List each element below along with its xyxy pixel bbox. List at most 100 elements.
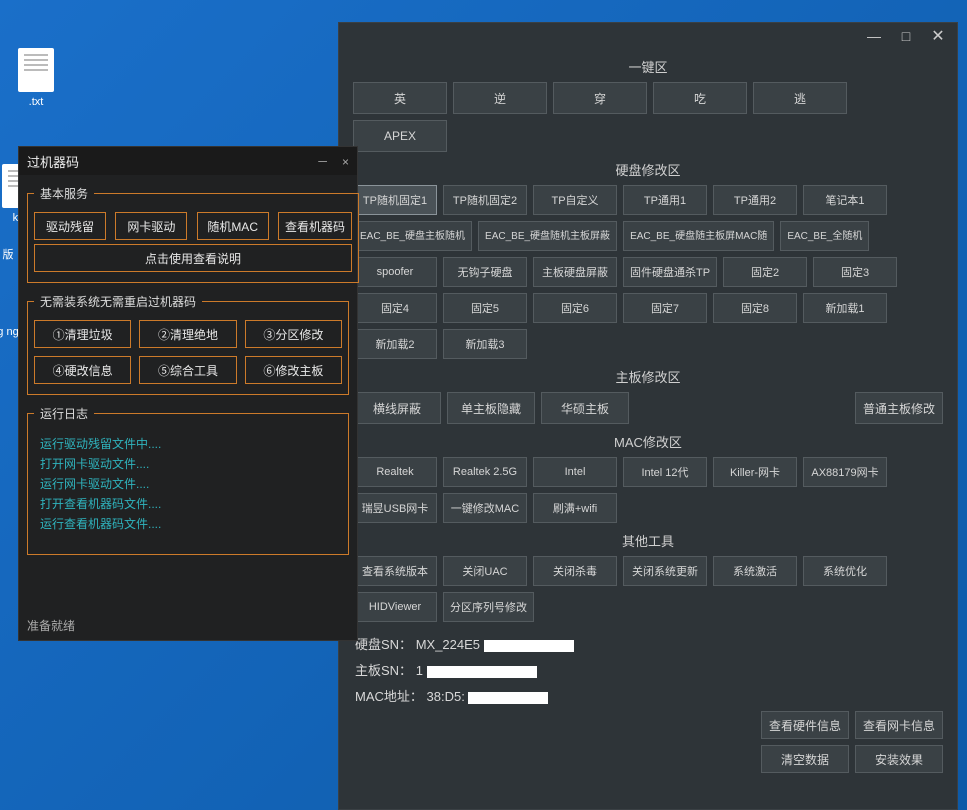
section-hdd-title: 硬盘修改区 — [339, 160, 957, 179]
section-mb-title: 主板修改区 — [339, 367, 957, 386]
mac-btn[interactable]: Intel — [533, 457, 617, 487]
legend-log: 运行日志 — [34, 405, 94, 422]
fieldset-noreboot: 无需装系统无需重启过机器码 ①清理垃圾 ②清理绝地 ③分区修改 ④硬改信息 ⑤综… — [27, 293, 349, 395]
other-btn[interactable]: 关闭UAC — [443, 556, 527, 586]
titlebar: 过机器码 － × — [19, 147, 357, 175]
mac-btn[interactable]: 瑞昱USB网卡 — [353, 493, 437, 523]
mb-sn-label: 主板SN： — [355, 663, 412, 678]
fieldset-basic: 基本服务 驱动残留 网卡驱动 随机MAC 查看机器码 点击使用查看说明 — [27, 185, 359, 283]
file-icon — [18, 48, 54, 92]
mb-btn[interactable]: 普通主板修改 — [855, 392, 943, 424]
other-btn[interactable]: 系统优化 — [803, 556, 887, 586]
hdd-btn[interactable]: 新加载2 — [353, 329, 437, 359]
hdd-btn[interactable]: spoofer — [353, 257, 437, 287]
log-output: 运行驱动残留文件中.... 打开网卡驱动文件.... 运行网卡驱动文件.... … — [34, 432, 342, 536]
hdd-btn[interactable]: TP通用2 — [713, 185, 797, 215]
onekey-btn[interactable]: 逆 — [453, 82, 547, 114]
hdd-btn[interactable]: 固件硬盘通杀TP — [623, 257, 717, 287]
hdd-btn[interactable]: 固定8 — [713, 293, 797, 323]
hdd-btn[interactable]: 无钩子硬盘 — [443, 257, 527, 287]
log-line: 运行网卡驱动文件.... — [40, 474, 336, 494]
other-btn[interactable]: 系统激活 — [713, 556, 797, 586]
mac-btn[interactable]: Realtek 2.5G — [443, 457, 527, 487]
hdd-btn[interactable]: TP随机固定1 — [353, 185, 437, 215]
log-line: 打开网卡驱动文件.... — [40, 454, 336, 474]
mb-btn[interactable]: 横线屏蔽 — [353, 392, 441, 424]
mac-label: MAC地址： — [355, 689, 423, 704]
install-effect-button[interactable]: 安装效果 — [855, 745, 943, 773]
noreboot-btn[interactable]: ⑥修改主板 — [245, 356, 342, 384]
hdd-btn[interactable]: 新加载1 — [803, 293, 887, 323]
onekey-btn[interactable]: 逃 — [753, 82, 847, 114]
hdd-btn[interactable]: TP通用1 — [623, 185, 707, 215]
mb-btn[interactable]: 华硕主板 — [541, 392, 629, 424]
noreboot-btn[interactable]: ⑤综合工具 — [139, 356, 236, 384]
basic-btn[interactable]: 随机MAC — [197, 212, 269, 240]
hdd-btn[interactable]: 固定3 — [813, 257, 897, 287]
mb-grid: 横线屏蔽 单主板隐藏 华硕主板 普通主板修改 — [339, 392, 957, 424]
hdd-btn[interactable]: 笔记本1 — [803, 185, 887, 215]
other-btn[interactable]: HIDViewer — [353, 592, 437, 622]
hdd-btn[interactable]: 固定4 — [353, 293, 437, 323]
fieldset-log: 运行日志 运行驱动残留文件中.... 打开网卡驱动文件.... 运行网卡驱动文件… — [27, 405, 349, 555]
mac-btn[interactable]: 一键修改MAC — [443, 493, 527, 523]
hdd-btn[interactable]: 固定5 — [443, 293, 527, 323]
noreboot-btn[interactable]: ④硬改信息 — [34, 356, 131, 384]
other-btn[interactable]: 关闭系统更新 — [623, 556, 707, 586]
noreboot-btn[interactable]: ①清理垃圾 — [34, 320, 131, 348]
hdd-btn[interactable]: 固定2 — [723, 257, 807, 287]
clear-data-button[interactable]: 清空数据 — [761, 745, 849, 773]
minimize-icon[interactable]: － — [317, 155, 329, 169]
mac-btn[interactable]: Realtek — [353, 457, 437, 487]
onekey-btn[interactable]: 穿 — [553, 82, 647, 114]
view-hw-info-button[interactable]: 查看硬件信息 — [761, 711, 849, 739]
hdd-sn-label: 硬盘SN： — [355, 637, 412, 652]
mac-btn[interactable]: Killer-网卡 — [713, 457, 797, 487]
close-icon[interactable]: × — [342, 155, 349, 169]
other-btn[interactable]: 分区序列号修改 — [443, 592, 534, 622]
basic-btn[interactable]: 查看机器码 — [278, 212, 352, 240]
hdd-btn[interactable]: EAC_BE_全随机 — [780, 221, 869, 251]
hdd-btn[interactable]: TP随机固定2 — [443, 185, 527, 215]
censored — [468, 692, 548, 704]
view-nic-info-button[interactable]: 查看网卡信息 — [855, 711, 943, 739]
log-line: 打开查看机器码文件.... — [40, 494, 336, 514]
mb-btn[interactable]: 单主板隐藏 — [447, 392, 535, 424]
minimize-icon[interactable]: — — [865, 27, 883, 45]
hdd-btn[interactable]: EAC_BE_硬盘随机主板屏蔽 — [478, 221, 617, 251]
other-btn[interactable]: 关闭杀毒 — [533, 556, 617, 586]
hdd-btn[interactable]: 固定7 — [623, 293, 707, 323]
main-panel: — □ ✕ 一键区 英 逆 穿 吃 逃 APEX 硬盘修改区 TP随机固定1 T… — [338, 22, 958, 810]
basic-btn[interactable]: 驱动残留 — [34, 212, 106, 240]
other-btn[interactable]: 查看系统版本 — [353, 556, 437, 586]
log-line: 运行驱动残留文件中.... — [40, 434, 336, 454]
mac-btn[interactable]: 刷满+wifi — [533, 493, 617, 523]
onekey-btn[interactable]: APEX — [353, 120, 447, 152]
close-icon[interactable]: ✕ — [929, 27, 947, 45]
help-button[interactable]: 点击使用查看说明 — [34, 244, 352, 272]
mac-grid: Realtek Realtek 2.5G Intel Intel 12代 Kil… — [339, 457, 957, 523]
mb-sn-value: 1 — [416, 663, 423, 678]
window-title: 过机器码 — [27, 152, 79, 171]
mac-btn[interactable]: AX88179网卡 — [803, 457, 887, 487]
hdd-grid: TP随机固定1 TP随机固定2 TP自定义 TP通用1 TP通用2 笔记本1 E… — [339, 185, 957, 359]
onekey-btn[interactable]: 英 — [353, 82, 447, 114]
desktop-file-txt[interactable]: .txt — [6, 48, 66, 108]
hdd-btn[interactable]: 固定6 — [533, 293, 617, 323]
hdd-btn[interactable]: 主板硬盘屏蔽 — [533, 257, 617, 287]
hdd-btn[interactable]: EAC_BE_硬盘随主板屏MAC随 — [623, 221, 774, 251]
hdd-btn[interactable]: EAC_BE_硬盘主板随机 — [353, 221, 472, 251]
section-onekey-title: 一键区 — [339, 57, 957, 76]
status-bar: 准备就绪 — [27, 617, 75, 634]
noreboot-btn[interactable]: ②清理绝地 — [139, 320, 236, 348]
maximize-icon[interactable]: □ — [897, 27, 915, 45]
footer-buttons: 查看硬件信息 查看网卡信息 清空数据 安装效果 — [761, 711, 943, 773]
mac-btn[interactable]: Intel 12代 — [623, 457, 707, 487]
legend-noreboot: 无需装系统无需重启过机器码 — [34, 293, 202, 310]
hdd-btn[interactable]: TP自定义 — [533, 185, 617, 215]
noreboot-btn[interactable]: ③分区修改 — [245, 320, 342, 348]
hdd-btn[interactable]: 新加载3 — [443, 329, 527, 359]
onekey-btn[interactable]: 吃 — [653, 82, 747, 114]
censored — [484, 640, 574, 652]
basic-btn[interactable]: 网卡驱动 — [115, 212, 187, 240]
